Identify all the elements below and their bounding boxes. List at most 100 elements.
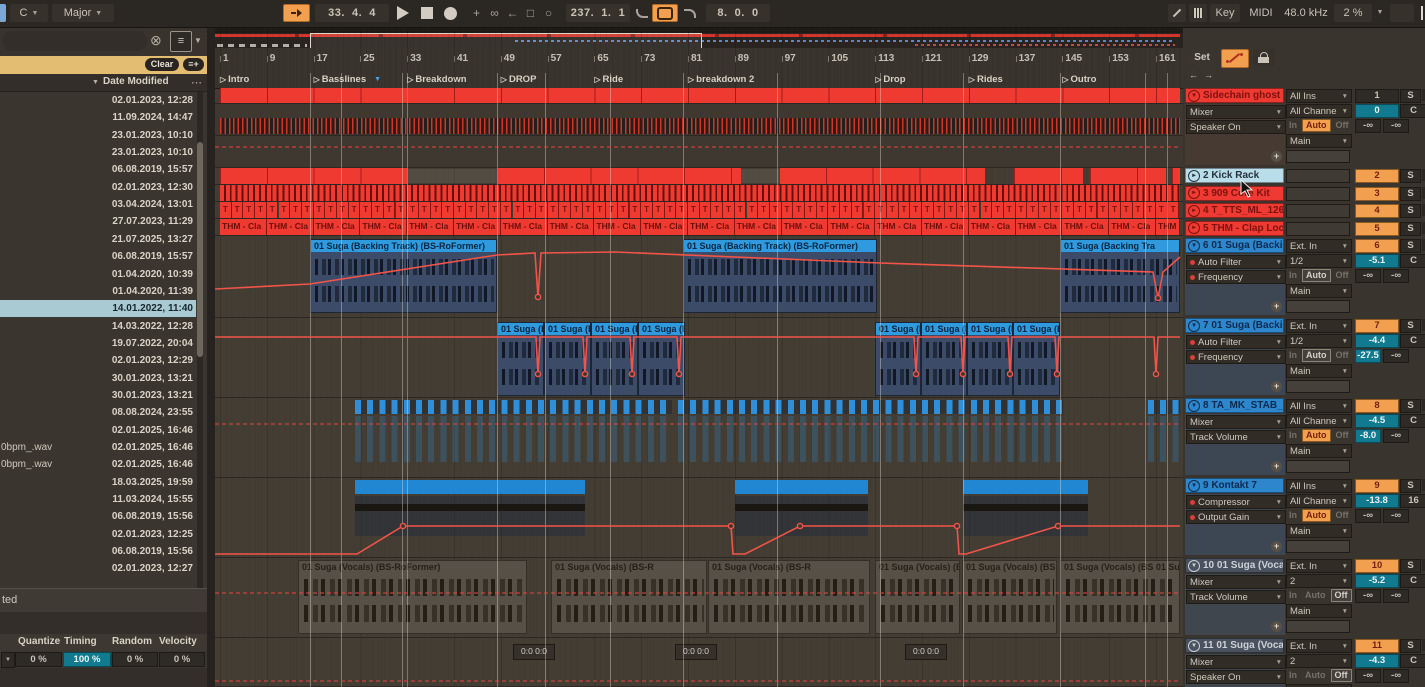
- solo-button[interactable]: S: [1400, 89, 1421, 103]
- midi-clip[interactable]: T: [372, 202, 384, 218]
- automation-param-select[interactable]: Speaker On▼: [1186, 120, 1286, 134]
- output-type-select[interactable]: Main▼: [1286, 284, 1352, 298]
- output-type-select[interactable]: Main▼: [1286, 524, 1352, 538]
- midi-clip[interactable]: T: [1062, 202, 1074, 218]
- midi-clip[interactable]: [678, 400, 1063, 414]
- audio-clip[interactable]: 01 Suga (Backing Track) (BS-RoFormer): [683, 239, 877, 313]
- input-channel-select[interactable]: 2▼: [1286, 574, 1352, 588]
- solo-button[interactable]: S: [1400, 204, 1421, 218]
- midi-clip[interactable]: T: [279, 202, 291, 218]
- input-channel-select[interactable]: All Channe▼: [1286, 494, 1352, 508]
- monitor-option-auto[interactable]: Auto: [1302, 509, 1331, 522]
- audio-clip[interactable]: THM - Cla: [782, 219, 829, 235]
- track-name-5[interactable]: ▸5 THM - Clap Loo: [1185, 221, 1284, 236]
- midi-clip[interactable]: T: [1039, 202, 1051, 218]
- drum-clip[interactable]: [220, 185, 1180, 201]
- track-activator[interactable]: 6: [1355, 239, 1399, 253]
- pan-value[interactable]: C: [1400, 334, 1425, 348]
- audio-clip[interactable]: 01 Suga (B: [875, 322, 921, 396]
- automation-param-select[interactable]: Mixer▼: [1186, 105, 1286, 119]
- output-type-select[interactable]: Main▼: [1286, 134, 1352, 148]
- capture-icon[interactable]: ○: [540, 4, 557, 22]
- track-activator[interactable]: 10: [1355, 559, 1399, 573]
- audio-clip[interactable]: [1090, 168, 1166, 184]
- audio-clip[interactable]: THM - Cla: [267, 219, 314, 235]
- loop-button[interactable]: [652, 4, 678, 22]
- midi-clip[interactable]: T: [1168, 202, 1180, 218]
- midi-clip[interactable]: T: [1086, 202, 1098, 218]
- midi-clip[interactable]: T: [548, 202, 560, 218]
- track-activator[interactable]: 7: [1355, 319, 1399, 333]
- collapse-track-icon[interactable]: ▾: [1188, 480, 1200, 492]
- automation-param-select[interactable]: Output Gain▼: [1186, 510, 1286, 524]
- midi-clip[interactable]: T: [337, 202, 349, 218]
- midi-clip[interactable]: T: [758, 202, 770, 218]
- audio-clip[interactable]: [1014, 168, 1083, 184]
- expand-track-icon[interactable]: ▸: [1188, 187, 1200, 199]
- pan-value[interactable]: C: [1400, 104, 1425, 118]
- play-button[interactable]: [397, 6, 409, 20]
- punch-in-icon[interactable]: [636, 9, 648, 18]
- monitor-option-in[interactable]: In: [1286, 350, 1300, 361]
- midi-clip[interactable]: T: [489, 202, 501, 218]
- input-channel-select[interactable]: All Channe▼: [1286, 104, 1352, 118]
- midi-clip[interactable]: T: [513, 202, 525, 218]
- solo-button[interactable]: S: [1400, 222, 1421, 236]
- track-name-3[interactable]: ▸3 909 Core Kit: [1185, 186, 1284, 201]
- monitor-option-in[interactable]: In: [1286, 270, 1300, 281]
- audio-clip[interactable]: 01 Suga (Vocals) (BS: [962, 560, 1057, 634]
- midi-clip[interactable]: T: [302, 202, 314, 218]
- send-value[interactable]: -∞: [1383, 669, 1409, 683]
- track-activator[interactable]: 9: [1355, 479, 1399, 493]
- track-name-4[interactable]: ▸4 T_TTS_ML_126: [1185, 203, 1284, 218]
- audio-clip[interactable]: 01 Suga (B: [591, 322, 638, 396]
- midi-clip[interactable]: T: [314, 202, 326, 218]
- midi-clip[interactable]: T: [840, 202, 852, 218]
- input-channel-select[interactable]: 1/2▼: [1286, 334, 1352, 348]
- collapse-track-icon[interactable]: ▾: [1188, 320, 1200, 332]
- audio-clip[interactable]: 01 Suga (Backing Tra: [1060, 239, 1180, 313]
- audio-clip[interactable]: THM - Cla: [594, 219, 641, 235]
- audio-clip[interactable]: 01 Suga (B: [967, 322, 1013, 396]
- midi-clip[interactable]: T: [934, 202, 946, 218]
- monitor-option-off[interactable]: Off: [1333, 510, 1352, 521]
- midi-clip[interactable]: T: [571, 202, 583, 218]
- track-activator[interactable]: 1: [1355, 89, 1399, 103]
- midi-clip[interactable]: T: [665, 202, 677, 218]
- track-name-8[interactable]: ▾8 TA_MK_STAB_1: [1185, 398, 1284, 413]
- audio-clip[interactable]: [220, 88, 1180, 103]
- audio-clip[interactable]: THM - Cla: [1062, 219, 1109, 235]
- midi-clip[interactable]: T: [232, 202, 244, 218]
- input-type-select[interactable]: Ext. In▼: [1286, 319, 1352, 333]
- add-icon[interactable]: +: [468, 4, 485, 22]
- monitor-option-off[interactable]: Off: [1333, 350, 1352, 361]
- audio-clip[interactable]: 01 Suga (Backing Track) (BS-RoFormer): [310, 239, 497, 313]
- add-automation-lane-button[interactable]: +: [1271, 381, 1282, 392]
- midi-clip[interactable]: T: [887, 202, 899, 218]
- loop-start-display[interactable]: 237. 1. 1: [566, 4, 630, 22]
- monitor-switch[interactable]: InAutoOff: [1286, 349, 1352, 362]
- midi-clip[interactable]: T: [220, 202, 232, 218]
- midi-clip[interactable]: T: [1027, 202, 1039, 218]
- midi-clip[interactable]: T: [442, 202, 454, 218]
- midi-clip[interactable]: T: [805, 202, 817, 218]
- expand-track-icon[interactable]: ▸: [1188, 170, 1200, 182]
- track-activator[interactable]: 2: [1355, 169, 1399, 183]
- input-channel-select[interactable]: 2▼: [1286, 654, 1352, 668]
- add-automation-lane-button[interactable]: +: [1271, 541, 1282, 552]
- send-value[interactable]: -∞: [1355, 509, 1381, 523]
- midi-clip[interactable]: T: [349, 202, 361, 218]
- send-value[interactable]: -∞: [1383, 119, 1409, 133]
- automation-param-select[interactable]: Frequency▼: [1186, 350, 1286, 364]
- midi-clip[interactable]: T: [419, 202, 431, 218]
- monitor-option-auto[interactable]: Auto: [1302, 670, 1329, 681]
- track-name-1[interactable]: ▾Sidechain ghost k: [1185, 88, 1284, 103]
- input-type-select[interactable]: All Ins▼: [1286, 89, 1352, 103]
- audio-clip[interactable]: [779, 168, 985, 184]
- midi-clip[interactable]: T: [267, 202, 279, 218]
- send-value[interactable]: -∞: [1383, 269, 1409, 283]
- midi-clip[interactable]: T: [992, 202, 1004, 218]
- audio-clip[interactable]: 0:0 0:0: [675, 644, 717, 660]
- scale-select[interactable]: Major▼: [52, 4, 114, 22]
- back-to-arrangement-icon[interactable]: ←: [504, 4, 521, 22]
